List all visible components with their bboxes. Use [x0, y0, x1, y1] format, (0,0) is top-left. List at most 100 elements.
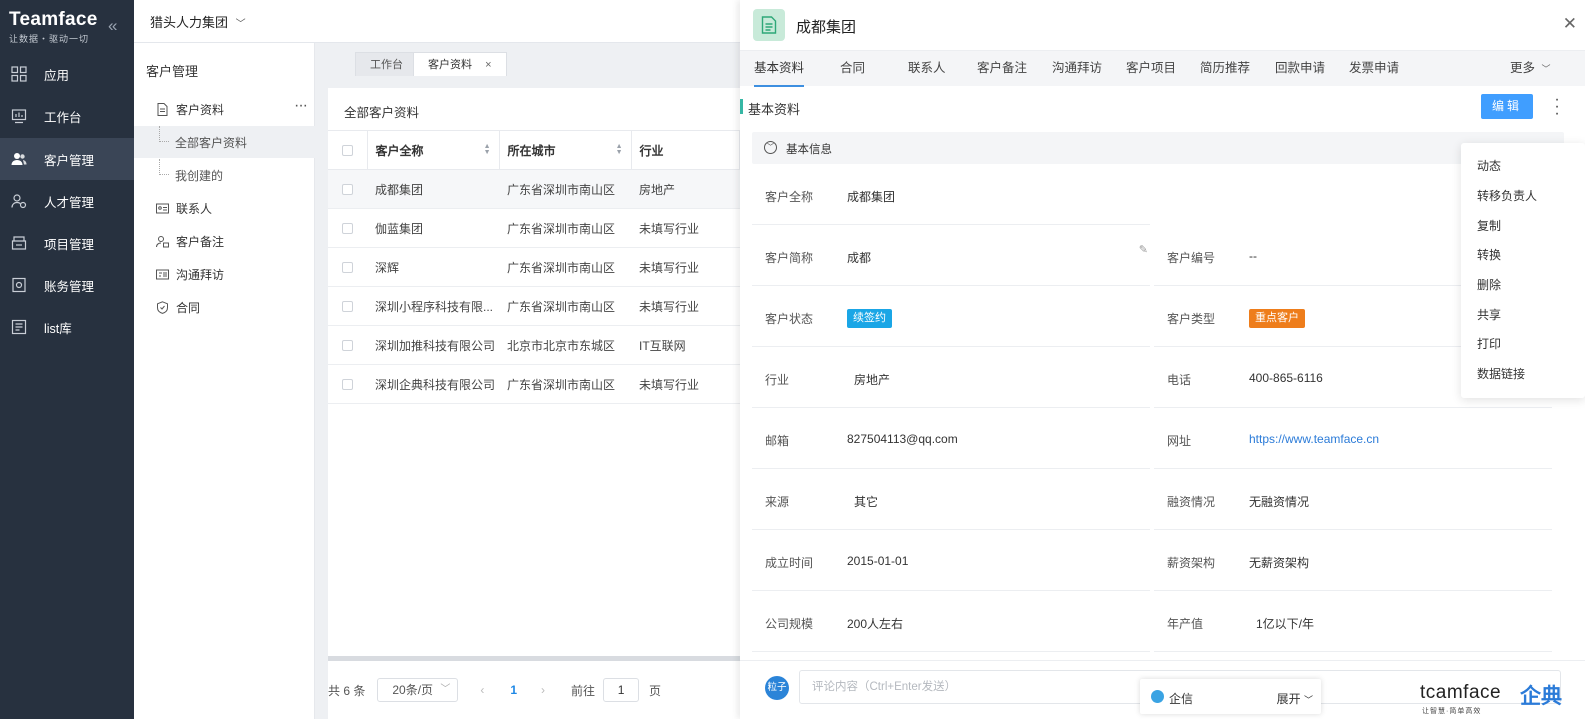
sidebar-item-workbench[interactable]: 工作台 — [0, 95, 134, 137]
qixin-chat-widget[interactable]: 企信 展开 ﹀ — [1140, 679, 1321, 714]
row-checkbox[interactable] — [342, 184, 353, 196]
page-size-select[interactable]: 20条/页 ﹀ — [377, 678, 459, 702]
tree-item-notes[interactable]: 客户备注 — [134, 225, 315, 257]
tab-workbench[interactable]: 工作台 — [355, 52, 418, 76]
sidebar-item-projects[interactable]: 项目管理 — [0, 222, 134, 264]
drawer-tab-contacts[interactable]: 联系人 — [908, 51, 946, 87]
row-checkbox[interactable] — [342, 340, 353, 352]
table-row[interactable]: 伽蓝集团 广东省深圳市南山区 未填写行业 — [328, 208, 740, 248]
page-tabs: 工作台 客户资料 × — [315, 43, 740, 76]
tree-item-my-created[interactable]: 我创建的 — [134, 159, 315, 191]
field-industry: 行业 房地产 — [752, 347, 1150, 408]
field-founded: 成立时间 2015-01-01 — [752, 530, 1150, 591]
table-row[interactable]: 成都集团 广东省深圳市南山区 房地产 — [328, 169, 740, 209]
row-select[interactable] — [328, 364, 367, 404]
pencil-icon[interactable]: ✎ — [1139, 243, 1148, 256]
table-row[interactable]: 深圳小程序科技有限... 广东省深圳市南山区 未填写行业 — [328, 286, 740, 326]
cell-name[interactable]: 伽蓝集团 — [367, 208, 499, 248]
column-header-city[interactable]: 所在城市 ▲ ▼ — [499, 130, 632, 170]
tree-item-customer-data[interactable]: 客户资料 ··· — [134, 93, 315, 125]
drawer-tab-invoice[interactable]: 发票申请 — [1349, 51, 1399, 87]
row-checkbox[interactable] — [342, 301, 353, 313]
drawer-tab-projects[interactable]: 客户项目 — [1126, 51, 1176, 87]
cell-name[interactable]: 深圳加推科技有限公司 — [367, 325, 499, 365]
shield-icon — [157, 300, 168, 314]
row-select[interactable] — [328, 208, 367, 248]
field-row: 成立时间 2015-01-01 薪资架构 无薪资架构 — [752, 530, 1552, 591]
row-checkbox[interactable] — [342, 262, 353, 274]
sort-icon[interactable]: ▲ ▼ — [616, 143, 623, 156]
menu-item-delete[interactable]: 删除 — [1477, 276, 1501, 296]
basic-info-section[interactable]: ﹀ 基本信息 — [752, 132, 1564, 164]
column-header-name[interactable]: 客户全称 ▲ ▼ — [367, 130, 500, 170]
row-checkbox[interactable] — [342, 223, 353, 235]
menu-item-data-link[interactable]: 数据链接 — [1477, 365, 1525, 385]
sort-icon[interactable]: ▲ ▼ — [484, 143, 491, 156]
company-switcher[interactable]: 猎头人力集团 ﹀ — [150, 12, 246, 31]
collapse-sidebar-icon[interactable]: « — [108, 16, 117, 36]
drawer-tab-visits[interactable]: 沟通拜访 — [1052, 51, 1102, 87]
drawer-tab-payment[interactable]: 回款申请 — [1275, 51, 1325, 87]
sidebar-item-finance[interactable]: 账务管理 — [0, 264, 134, 306]
tree-item-all-customers[interactable]: 全部客户资料 — [134, 126, 315, 158]
table-row[interactable]: 深辉 广东省深圳市南山区 未填写行业 — [328, 247, 740, 287]
prev-page-icon[interactable]: ‹ — [480, 683, 484, 697]
chevron-circle-icon[interactable]: ﹀ — [764, 141, 777, 154]
sidebar-item-talent[interactable]: 人才管理 — [0, 180, 134, 222]
cell-name[interactable]: 深圳小程序科技有限... — [367, 286, 499, 326]
menu-item-transfer-owner[interactable]: 转移负责人 — [1477, 187, 1537, 207]
row-select[interactable] — [328, 247, 367, 287]
menu-item-activity[interactable]: 动态 — [1477, 157, 1501, 177]
expand-toggle[interactable]: 展开 ﹀ — [1277, 690, 1313, 707]
tree-item-label: 客户资料 — [176, 102, 225, 117]
sidebar-item-list[interactable]: list库 — [0, 306, 134, 348]
drawer-tab-contract[interactable]: 合同 — [840, 51, 865, 87]
more-options-icon[interactable]: ··· — [294, 97, 308, 115]
cell-city: 广东省深圳市南山区 — [499, 286, 631, 326]
more-vertical-icon[interactable]: · · · — [1552, 92, 1562, 122]
module-title: 客户管理 — [146, 64, 199, 79]
row-checkbox[interactable] — [342, 379, 353, 391]
menu-item-convert[interactable]: 转换 — [1477, 246, 1501, 266]
close-tab-icon[interactable]: × — [485, 59, 491, 71]
sidebar-item-customers[interactable]: 客户管理 — [0, 138, 134, 180]
menu-item-print[interactable]: 打印 — [1477, 335, 1501, 355]
cell-name[interactable]: 深圳企典科技有限公司 — [367, 364, 499, 404]
table-row[interactable]: 深圳企典科技有限公司 广东省深圳市南山区 未填写行业 — [328, 364, 740, 404]
website-link[interactable]: https://www.teamface.cn — [1249, 432, 1379, 446]
select-all-header[interactable] — [328, 130, 368, 170]
tab-customer-data[interactable]: 客户资料 × — [413, 52, 507, 76]
logo-slogan: 让智慧·简单高效 — [1422, 708, 1482, 715]
sidebar-item-label: 客户管理 — [44, 153, 95, 168]
status-badge: 续签约 — [847, 309, 892, 328]
table-row[interactable]: 深圳加推科技有限公司 北京市北京市东城区 IT互联网 — [328, 325, 740, 365]
column-header-industry[interactable]: 行业 — [631, 130, 740, 170]
menu-item-share[interactable]: 共享 — [1477, 306, 1501, 326]
field-label: 年产值 — [1167, 617, 1204, 631]
drawer-tab-basic[interactable]: 基本资料 — [754, 51, 805, 87]
field-value: 无融资情况 — [1249, 495, 1310, 509]
goto-page-input[interactable]: 1 — [603, 678, 640, 702]
row-select[interactable] — [328, 169, 367, 209]
current-page[interactable]: 1 — [510, 683, 517, 697]
field-source: 来源 其它 — [752, 469, 1150, 530]
apps-icon — [11, 66, 27, 82]
tree-item-visits[interactable]: 沟通拜访 — [134, 258, 315, 290]
drawer-tab-more[interactable]: 更多 ﹀ — [1510, 51, 1551, 87]
sidebar-item-apps[interactable]: 应用 — [0, 53, 134, 95]
select-all-checkbox[interactable] — [342, 145, 353, 157]
close-icon[interactable]: ✕ — [1563, 14, 1577, 34]
row-select[interactable] — [328, 286, 367, 326]
tree-item-contacts[interactable]: 联系人 — [134, 192, 315, 224]
tree-item-contract[interactable]: 合同 — [134, 291, 315, 323]
next-page-icon[interactable]: › — [541, 683, 545, 697]
menu-item-copy[interactable]: 复制 — [1477, 217, 1501, 237]
row-select[interactable] — [328, 325, 367, 365]
field-value: 重点客户 — [1249, 309, 1305, 328]
drawer-tab-resume[interactable]: 简历推荐 — [1200, 51, 1250, 87]
field-row: 邮箱 827504113@qq.com 网址 https://www.teamf… — [752, 408, 1552, 469]
cell-name[interactable]: 深辉 — [367, 247, 499, 287]
edit-button[interactable]: 编辑 — [1481, 94, 1533, 119]
cell-name[interactable]: 成都集团 — [367, 169, 499, 209]
drawer-tab-notes[interactable]: 客户备注 — [977, 51, 1027, 87]
